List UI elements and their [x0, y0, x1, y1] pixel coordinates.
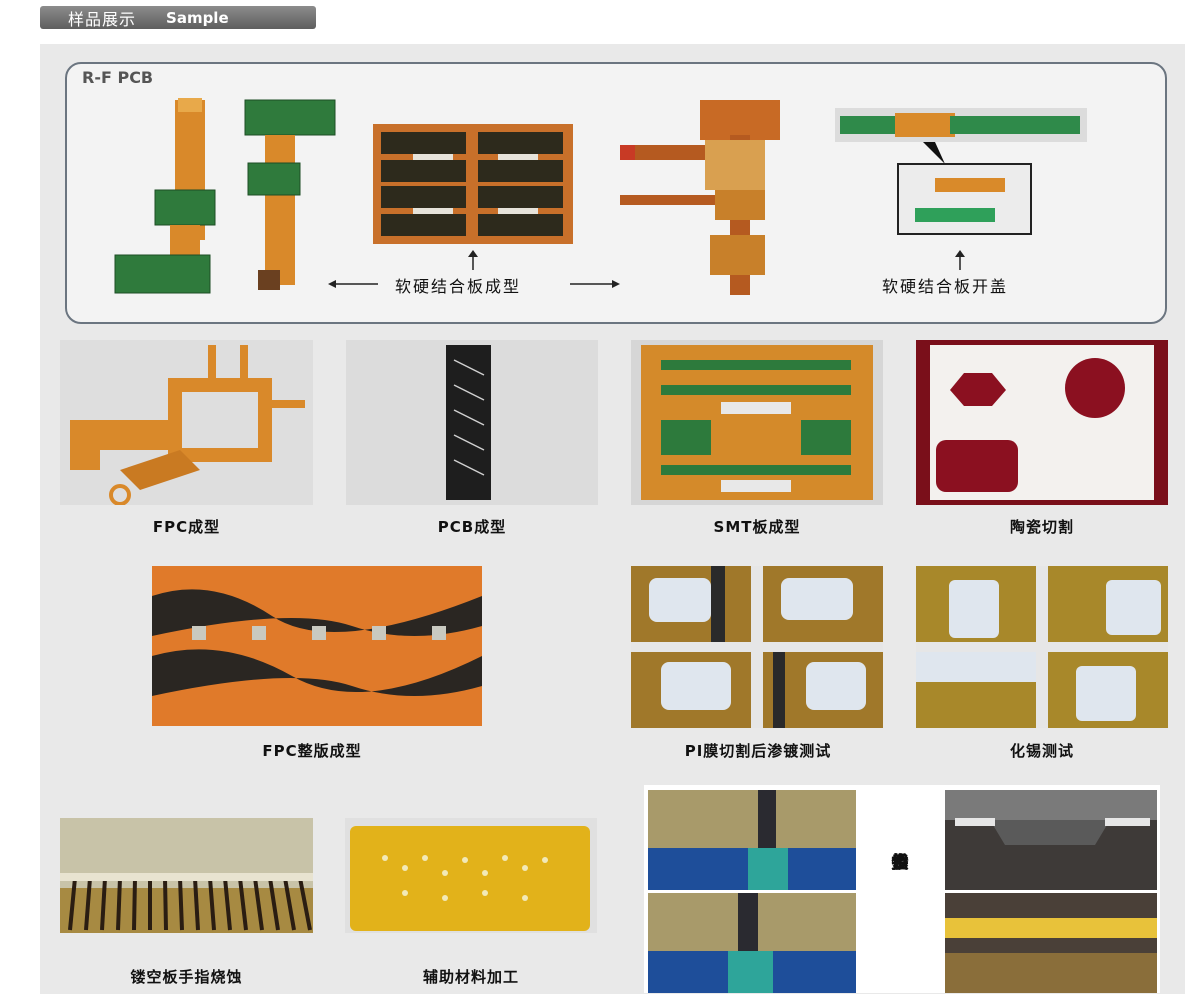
right-arrow-icon — [570, 280, 620, 288]
caption-ceramic-cutting: 陶瓷切割 — [1009, 518, 1074, 536]
caption-hollow-finger-ablation: 镂空板手指烧蚀 — [130, 968, 243, 986]
rf-pcb-title: R-F PCB — [82, 68, 154, 87]
rf-caption-right: 软硬结合板开盖 — [882, 277, 1009, 296]
caption-tin-test: 化锡测试 — [1009, 742, 1074, 760]
gold-finger-left-bottom-photo — [648, 893, 856, 993]
rf-open-cover-photo — [835, 108, 1087, 235]
pcb-forming-photo — [346, 340, 598, 505]
caption-pi-film-test: PI膜切割后渗镀测试 — [684, 742, 832, 760]
caption-fpc-forming: FPC成型 — [152, 518, 221, 536]
tin-test-photo — [916, 566, 1168, 728]
caption-smt-forming: SMT板成型 — [713, 518, 801, 536]
caption-auxiliary-material: 辅助材料加工 — [422, 968, 519, 986]
caption-fpc-full-panel: FPC整版成型 — [262, 742, 362, 760]
header-title-en: Sample — [166, 8, 229, 27]
left-arrow-icon — [328, 280, 378, 288]
gold-finger-char: 复 — [891, 853, 909, 873]
section-header-tab: 样品展示 Sample — [40, 6, 316, 29]
hollow-finger-ablation-photo — [60, 818, 313, 933]
rf-panel-photo — [373, 124, 573, 244]
gold-finger-right-top-photo — [945, 790, 1157, 890]
fpc-full-panel-photo — [152, 566, 482, 726]
caption-pcb-forming: PCB成型 — [437, 518, 507, 536]
rf-caption-left: 软硬结合板成型 — [395, 277, 522, 296]
smt-board-forming-photo — [631, 340, 883, 505]
up-arrow-right — [955, 250, 965, 270]
ceramic-cutting-photo — [916, 340, 1168, 505]
auxiliary-material-photo — [345, 818, 597, 933]
gold-finger-left-top-photo — [648, 790, 856, 890]
rf-cross-board-photo — [620, 100, 780, 295]
fpc-forming-photo — [60, 340, 313, 505]
header-title-cn: 样品展示 — [68, 9, 137, 29]
gold-finger-right-bottom-photo — [945, 893, 1157, 993]
pi-film-test-photo — [631, 566, 883, 728]
up-arrow-left — [468, 250, 478, 270]
rf-flex-board-photo — [114, 98, 336, 294]
